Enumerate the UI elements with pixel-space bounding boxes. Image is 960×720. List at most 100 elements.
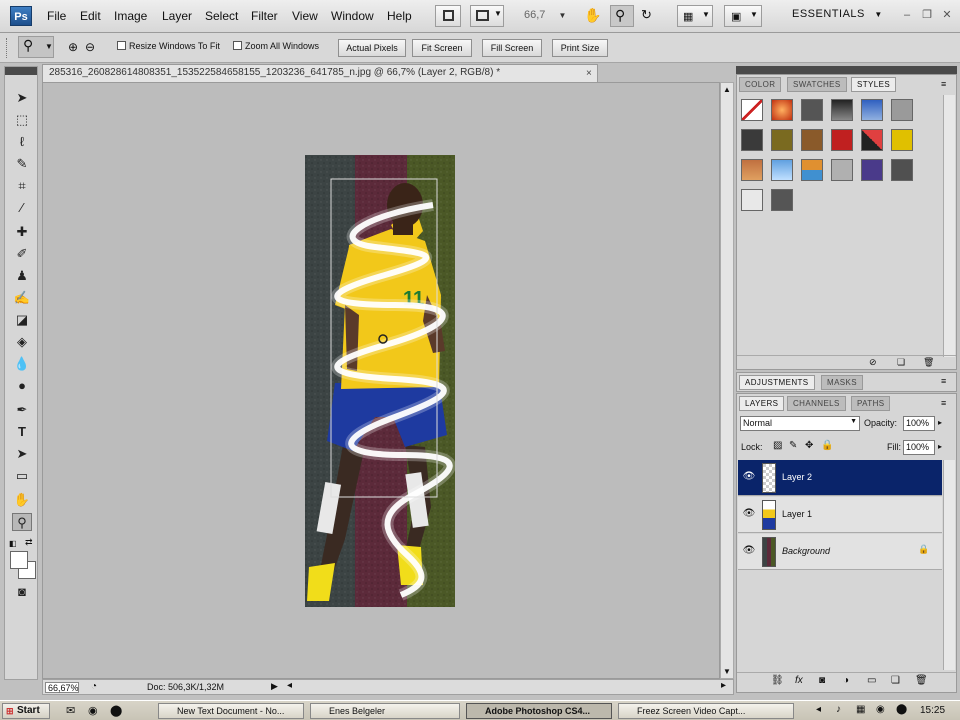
trash-icon[interactable]: 🗑	[915, 675, 928, 686]
tray-icon[interactable]: ◂	[816, 704, 821, 715]
zoom-in-icon[interactable]: ⊕	[68, 40, 78, 54]
visibility-eye-icon[interactable]: 👁	[742, 471, 756, 485]
tray-icon[interactable]: ⬤	[896, 704, 907, 715]
styles-scrollbar[interactable]	[943, 95, 955, 357]
type-tool-icon[interactable]: T	[12, 423, 32, 441]
style-swatch[interactable]	[861, 99, 883, 121]
new-layer-icon[interactable]: ❏	[891, 675, 900, 686]
blur-tool-icon[interactable]: 💧	[12, 355, 32, 373]
status-menu-arrow-icon[interactable]: ▶	[271, 681, 278, 692]
right-dock-header[interactable]	[736, 66, 957, 74]
layer-mask-icon[interactable]: ◙	[819, 675, 825, 686]
style-swatch[interactable]	[891, 99, 913, 121]
scroll-left-icon[interactable]: ◂	[287, 680, 292, 691]
close-icon[interactable]: ✕	[940, 8, 954, 22]
zoom-tool-button[interactable]: ⚲	[610, 5, 634, 27]
style-swatch[interactable]	[831, 99, 853, 121]
tab-masks[interactable]: MASKS	[821, 375, 864, 390]
style-swatch[interactable]	[771, 129, 793, 151]
restore-icon[interactable]: ❐	[920, 8, 934, 22]
lock-transparent-icon[interactable]: ▨	[773, 440, 782, 451]
style-swatch[interactable]	[741, 159, 763, 181]
layer-row-layer-1[interactable]: 👁 Layer 1	[738, 497, 942, 533]
workspace-switcher[interactable]: ESSENTIALS ▼	[792, 8, 883, 20]
dodge-tool-icon[interactable]: ●	[12, 377, 32, 395]
swap-colors-icon[interactable]: ⇄	[25, 537, 33, 548]
layer-row-background[interactable]: 👁 Background 🔒	[738, 534, 942, 570]
panel-menu-icon[interactable]: ≡	[941, 79, 946, 89]
trash-icon[interactable]: 🗑	[923, 357, 934, 368]
default-colors-icon[interactable]: ◧	[9, 539, 17, 548]
fill-screen-button[interactable]: Fill Screen	[482, 39, 542, 57]
print-size-button[interactable]: Print Size	[552, 39, 608, 57]
style-swatch[interactable]	[891, 129, 913, 151]
arrange-documents-button[interactable]: ▦ ▼	[677, 5, 713, 27]
panel-menu-icon[interactable]: ≡	[941, 398, 946, 408]
layer-style-icon[interactable]: fx	[795, 675, 803, 686]
crop-tool-icon[interactable]: ⌗	[12, 177, 32, 195]
tab-color[interactable]: COLOR	[739, 77, 782, 92]
link-layers-icon[interactable]: ⛓	[771, 675, 784, 686]
zoom-out-icon[interactable]: ⊖	[85, 40, 95, 54]
adjustment-layer-icon[interactable]: ◑	[843, 675, 849, 686]
taskbar-item-screen-capture[interactable]: Freez Screen Video Capt...	[618, 703, 794, 719]
menu-layer[interactable]: Layer	[162, 9, 192, 23]
hand-tool-icon[interactable]: ✋	[12, 491, 32, 509]
menu-help[interactable]: Help	[387, 9, 412, 23]
status-preview-icon[interactable]: ◔	[91, 681, 97, 692]
scroll-up-icon[interactable]: ▲	[723, 85, 731, 94]
tab-styles[interactable]: STYLES	[851, 77, 897, 92]
zoom-level-field[interactable]: 66,7 ▼	[506, 6, 572, 26]
tray-icon[interactable]: ◉	[876, 704, 885, 715]
visibility-eye-icon[interactable]: 👁	[742, 508, 756, 522]
style-swatch[interactable]	[771, 99, 793, 121]
fill-slider-arrow-icon[interactable]: ▸	[938, 442, 942, 451]
new-group-icon[interactable]: ▭	[867, 675, 876, 686]
tab-swatches[interactable]: SWATCHES	[787, 77, 847, 92]
style-swatch[interactable]	[771, 159, 793, 181]
quick-mask-icon[interactable]: ◙	[12, 583, 32, 601]
tools-panel-header[interactable]	[5, 67, 37, 75]
rotate-view-icon[interactable]: ↻	[641, 7, 652, 23]
lock-pixels-icon[interactable]: ✎	[789, 440, 797, 451]
vertical-scrollbar[interactable]: ▲ ▼	[720, 82, 734, 679]
tab-paths[interactable]: PATHS	[851, 396, 891, 411]
tray-icon[interactable]: ▦	[856, 704, 865, 715]
blend-mode-select[interactable]: Normal ▼	[740, 416, 860, 431]
menu-view[interactable]: View	[292, 9, 318, 23]
path-selection-tool-icon[interactable]: ➤	[12, 445, 32, 463]
scroll-down-icon[interactable]: ▼	[723, 667, 731, 676]
eraser-tool-icon[interactable]: ◪	[12, 311, 32, 329]
hand-tool-icon[interactable]: ✋	[584, 7, 601, 24]
fit-screen-button[interactable]: Fit Screen	[412, 39, 472, 57]
view-extras-button[interactable]: ▼	[470, 5, 504, 27]
paint-bucket-tool-icon[interactable]: ◈	[12, 333, 32, 351]
menu-filter[interactable]: Filter	[251, 9, 278, 23]
style-swatch[interactable]	[741, 99, 763, 121]
scroll-right-icon[interactable]: ▸	[721, 680, 726, 691]
actual-pixels-button[interactable]: Actual Pixels	[338, 39, 406, 57]
zoom-all-windows-checkbox[interactable]: Zoom All Windows	[233, 41, 319, 51]
lasso-tool-icon[interactable]: ℓ	[12, 133, 32, 151]
menu-file[interactable]: File	[47, 9, 66, 23]
style-swatch[interactable]	[831, 159, 853, 181]
foreground-color-swatch[interactable]	[10, 551, 28, 569]
menu-window[interactable]: Window	[331, 9, 374, 23]
new-style-icon[interactable]: ❏	[897, 357, 905, 368]
taskbar-item-folder[interactable]: Enes Belgeler	[310, 703, 460, 719]
marquee-tool-icon[interactable]: ⬚	[12, 111, 32, 129]
zoom-tool-icon[interactable]: ⚲	[12, 513, 32, 531]
tab-layers[interactable]: LAYERS	[739, 396, 785, 411]
document-close-icon[interactable]: ×	[586, 68, 592, 79]
healing-brush-tool-icon[interactable]: ✚	[12, 223, 32, 241]
style-swatch[interactable]	[861, 159, 883, 181]
taskbar-item-photoshop[interactable]: Adobe Photoshop CS4...	[466, 703, 612, 719]
layer-row-layer-2[interactable]: 👁 Layer 2	[738, 460, 942, 496]
style-swatch[interactable]	[801, 159, 823, 181]
tab-channels[interactable]: CHANNELS	[787, 396, 846, 411]
status-zoom-field[interactable]: 66,67%	[45, 682, 79, 693]
clone-stamp-tool-icon[interactable]: ♟	[12, 267, 32, 285]
tab-adjustments[interactable]: ADJUSTMENTS	[739, 375, 815, 390]
fill-field[interactable]: 100%	[903, 440, 935, 455]
tool-preset-picker[interactable]: ⚲ ▼	[18, 36, 54, 58]
